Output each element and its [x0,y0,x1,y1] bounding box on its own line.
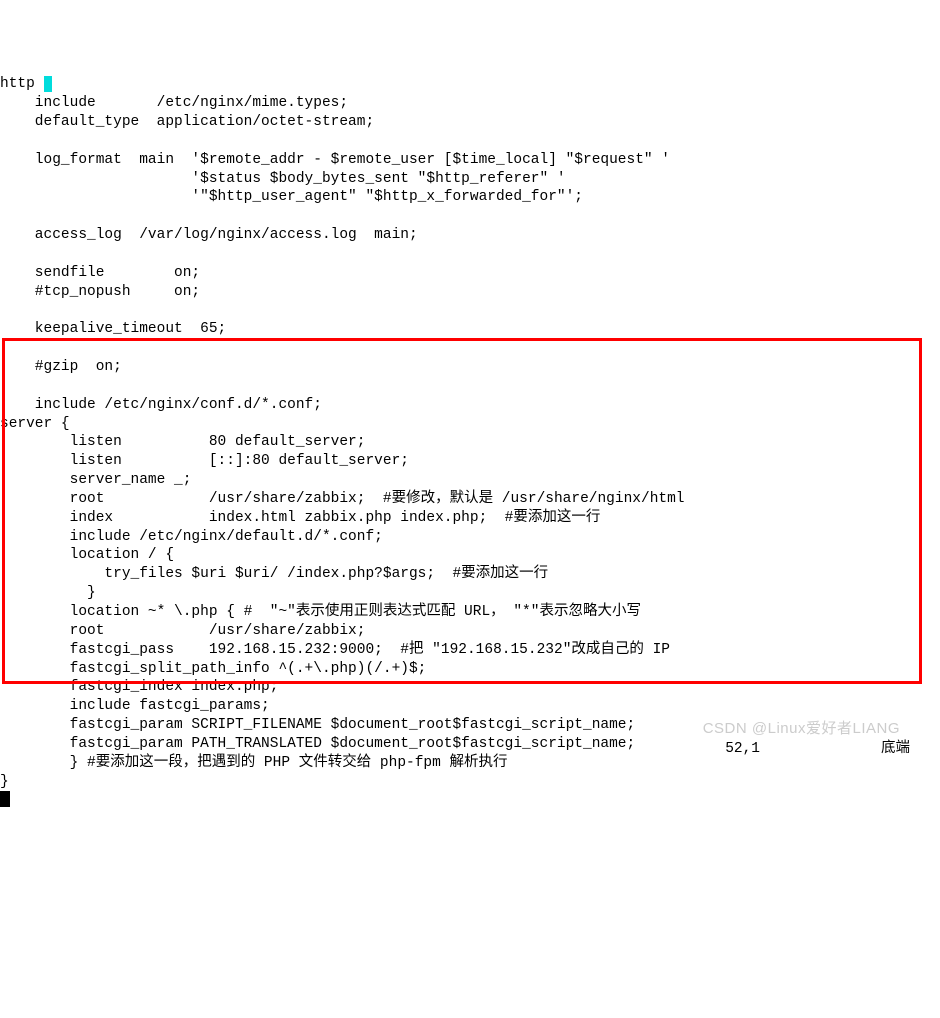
code-line: default_type application/octet-stream; [0,114,374,130]
code-line: location / { [0,547,174,563]
code-line: include /etc/nginx/mime.types; [0,95,348,111]
code-line: try_files $uri $uri/ /index.php?$args; #… [0,566,548,582]
cursor: { [44,76,53,92]
code-line: root /usr/share/zabbix; [0,623,365,639]
code-line: '$status $body_bytes_sent "$http_referer… [0,171,566,187]
code-line: #gzip on; [0,359,122,375]
code-line: include /etc/nginx/conf.d/*.conf; [0,397,322,413]
cursor-position: 52,1 [725,740,760,759]
code-line: sendfile on; [0,265,200,281]
code-line: keepalive_timeout 65; [0,321,226,337]
code-line: #tcp_nopush on; [0,284,200,300]
code-line: fastcgi_split_path_info ^(.+\.php)(/.+)$… [0,661,426,677]
code-line: fastcgi_param SCRIPT_FILENAME $document_… [0,717,635,733]
code-line: } [0,774,9,790]
code-line: server_name _; [0,472,191,488]
code-line: fastcgi_param PATH_TRANSLATED $document_… [0,736,635,752]
tilde-marker [0,791,10,807]
code-line: location ~* \.php { # "~"表示使用正则表达式匹配 URL… [0,604,641,620]
code-line: listen [::]:80 default_server; [0,453,409,469]
code-line: listen 80 default_server; [0,434,365,450]
code-line: include /etc/nginx/default.d/*.conf; [0,529,383,545]
code-line: http { [0,76,52,92]
code-line: server { [0,416,70,432]
code-line: fastcgi_pass 192.168.15.232:9000; #把 "19… [0,642,670,658]
watermark: CSDN @Linux爱好者LIANG [703,719,900,739]
code-line: include fastcgi_params; [0,698,270,714]
code-editor[interactable]: http { include /etc/nginx/mime.types; de… [0,75,940,810]
code-line: } #要添加这一段，把遇到的 PHP 文件转交给 php-fpm 解析执行 [0,755,508,771]
code-line: } [0,585,96,601]
code-line: index index.html zabbix.php index.php; #… [0,510,600,526]
code-line: log_format main '$remote_addr - $remote_… [0,152,670,168]
code-line: '"$http_user_agent" "$http_x_forwarded_f… [0,189,583,205]
scroll-location: 底端 [881,740,910,759]
code-line: fastcgi_index index.php; [0,679,278,695]
code-line: root /usr/share/zabbix; #要修改，默认是 /usr/sh… [0,491,685,507]
code-line: access_log /var/log/nginx/access.log mai… [0,227,418,243]
